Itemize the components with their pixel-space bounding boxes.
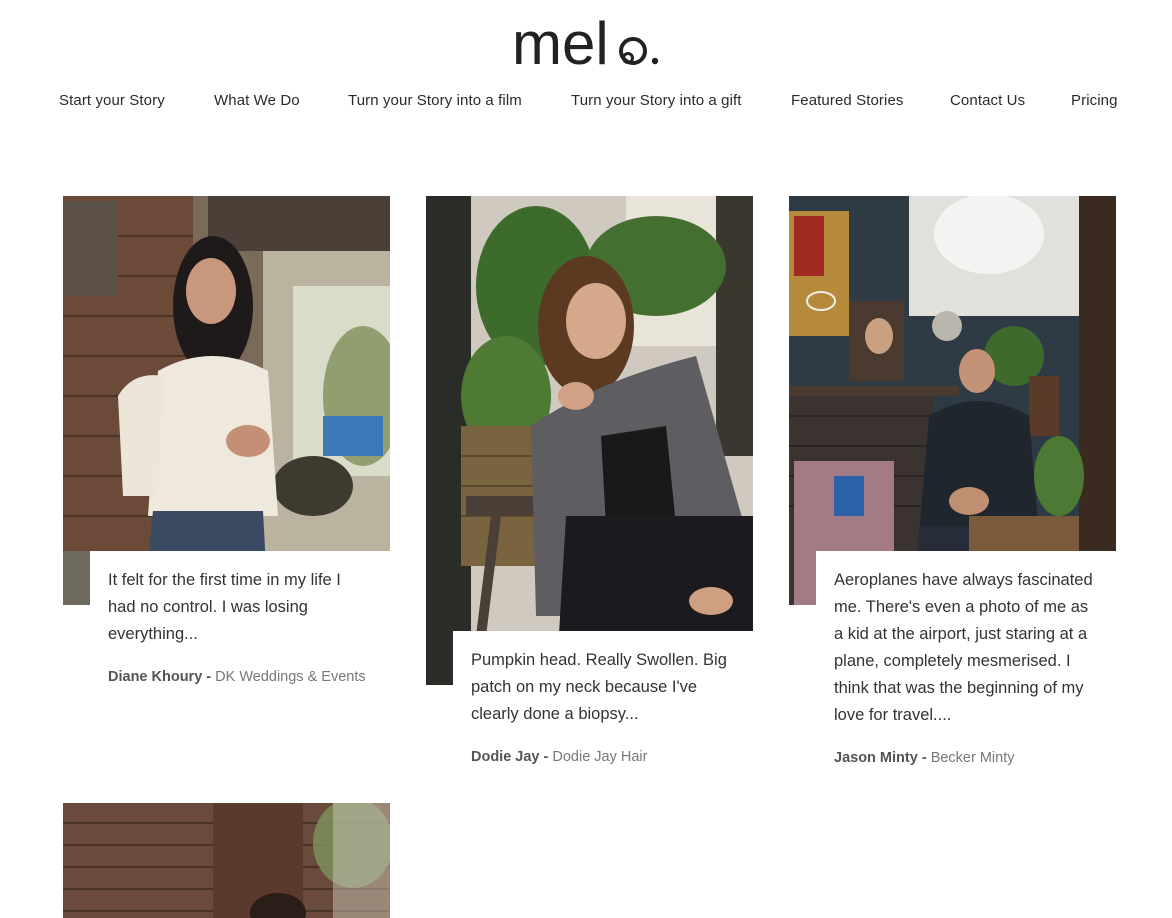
story-photo[interactable] bbox=[789, 196, 1116, 605]
site-logo[interactable]: mel bbox=[0, 8, 1172, 78]
nav-pricing[interactable]: Pricing bbox=[1071, 92, 1118, 109]
nav-contact-us[interactable]: Contact Us bbox=[950, 92, 1025, 109]
author-name: Diane Khoury bbox=[108, 669, 203, 685]
melo-logo-mark: mel bbox=[512, 10, 659, 77]
nav-featured-stories[interactable]: Featured Stories bbox=[791, 92, 904, 109]
story-quote: Aeroplanes have always fascinated me. Th… bbox=[834, 571, 1093, 724]
author-business[interactable]: DK Weddings & Events bbox=[215, 669, 365, 685]
main-nav: Start your Story What We Do Turn your St… bbox=[0, 92, 1172, 116]
author-separator: - bbox=[539, 749, 553, 765]
author-name: Jason Minty bbox=[834, 750, 918, 766]
story-quote-box: Aeroplanes have always fascinated me. Th… bbox=[816, 551, 1116, 781]
nav-story-into-gift[interactable]: Turn your Story into a gift bbox=[571, 92, 742, 109]
author-business[interactable]: Dodie Jay Hair bbox=[552, 749, 647, 765]
author-business[interactable]: Becker Minty bbox=[931, 750, 1015, 766]
nav-story-into-film[interactable]: Turn your Story into a film bbox=[348, 92, 522, 109]
nav-start-your-story[interactable]: Start your Story bbox=[59, 92, 165, 109]
author-separator: - bbox=[917, 750, 931, 766]
story-photo[interactable] bbox=[426, 196, 753, 685]
story-author: Jason Minty - Becker Minty bbox=[834, 747, 1098, 769]
story-quote-box: Pumpkin head. Really Swollen. Big patch … bbox=[453, 631, 753, 781]
author-separator: - bbox=[202, 669, 216, 685]
story-photo[interactable] bbox=[63, 803, 390, 918]
story-author: Dodie Jay - Dodie Jay Hair bbox=[471, 746, 735, 768]
nav-what-we-do[interactable]: What We Do bbox=[214, 92, 300, 109]
author-name: Dodie Jay bbox=[471, 749, 540, 765]
story-photo[interactable] bbox=[63, 196, 390, 605]
story-quote-box: It felt for the first time in my life I … bbox=[90, 551, 390, 721]
story-quote: It felt for the first time in my life I … bbox=[108, 571, 341, 643]
story-quote: Pumpkin head. Really Swollen. Big patch … bbox=[471, 651, 727, 723]
logo-text: mel bbox=[512, 10, 609, 77]
story-author: Diane Khoury - DK Weddings & Events bbox=[108, 666, 372, 688]
